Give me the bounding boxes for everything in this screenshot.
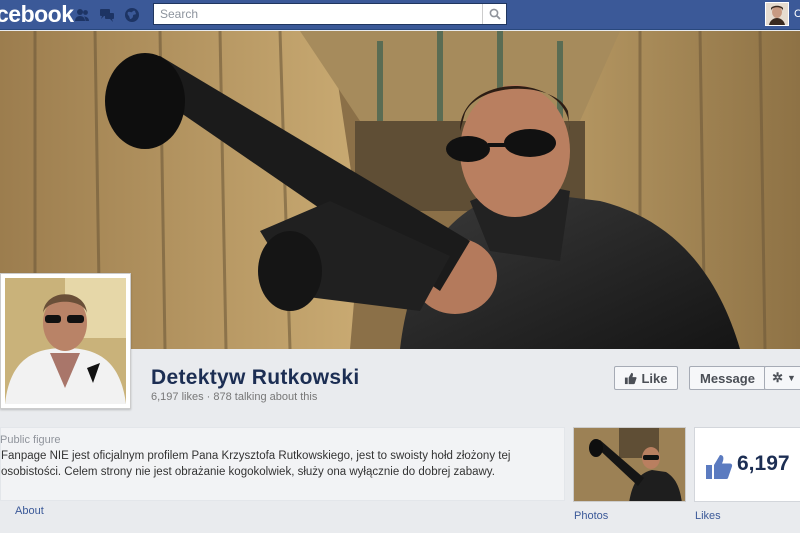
about-link[interactable]: About bbox=[15, 505, 44, 517]
message-button-label: Message bbox=[700, 370, 755, 386]
photos-link[interactable]: Photos bbox=[574, 510, 608, 522]
search-button[interactable] bbox=[482, 4, 506, 24]
thumbs-up-icon bbox=[706, 455, 733, 479]
page-options-button[interactable]: ✲ ▼ bbox=[764, 366, 800, 390]
likes-link[interactable]: Likes bbox=[695, 510, 721, 522]
friend-requests-icon[interactable] bbox=[74, 7, 90, 23]
page-description: Fanpage NIE jest oficjalnym profilem Pan… bbox=[1, 450, 511, 478]
page-category: Public figure bbox=[0, 434, 61, 446]
facebook-logo[interactable]: cebook bbox=[0, 1, 74, 28]
like-button[interactable]: Like bbox=[614, 366, 678, 390]
photos-thumbnail-image bbox=[574, 428, 685, 501]
search-box bbox=[153, 3, 507, 25]
search-input[interactable] bbox=[154, 4, 474, 24]
likes-count: 6,197 bbox=[737, 452, 790, 475]
photos-thumbnail[interactable] bbox=[573, 427, 686, 502]
profile-picture-image bbox=[5, 278, 126, 404]
top-bar: cebook C bbox=[0, 0, 800, 30]
likes-app-box[interactable]: 6,197 bbox=[694, 427, 800, 502]
user-avatar-image bbox=[766, 3, 788, 25]
thumbs-up-icon bbox=[625, 372, 638, 384]
notifications-icon[interactable] bbox=[124, 7, 140, 23]
page-stats: 6,197 likes · 878 talking about this bbox=[151, 391, 318, 403]
messages-icon[interactable] bbox=[99, 7, 115, 23]
page-title: Detektyw Rutkowski bbox=[151, 366, 360, 389]
like-button-label: Like bbox=[641, 370, 668, 386]
gear-icon: ✲ bbox=[772, 370, 783, 385]
page-info-box: Public figure Fanpage NIE jest oficjalny… bbox=[0, 427, 565, 501]
search-icon bbox=[489, 8, 501, 20]
message-button[interactable]: Message bbox=[689, 366, 766, 390]
profile-picture[interactable] bbox=[0, 273, 131, 409]
chevron-down-icon: ▼ bbox=[786, 373, 796, 383]
user-avatar[interactable] bbox=[765, 2, 789, 26]
user-name-truncated[interactable]: C bbox=[794, 8, 800, 20]
